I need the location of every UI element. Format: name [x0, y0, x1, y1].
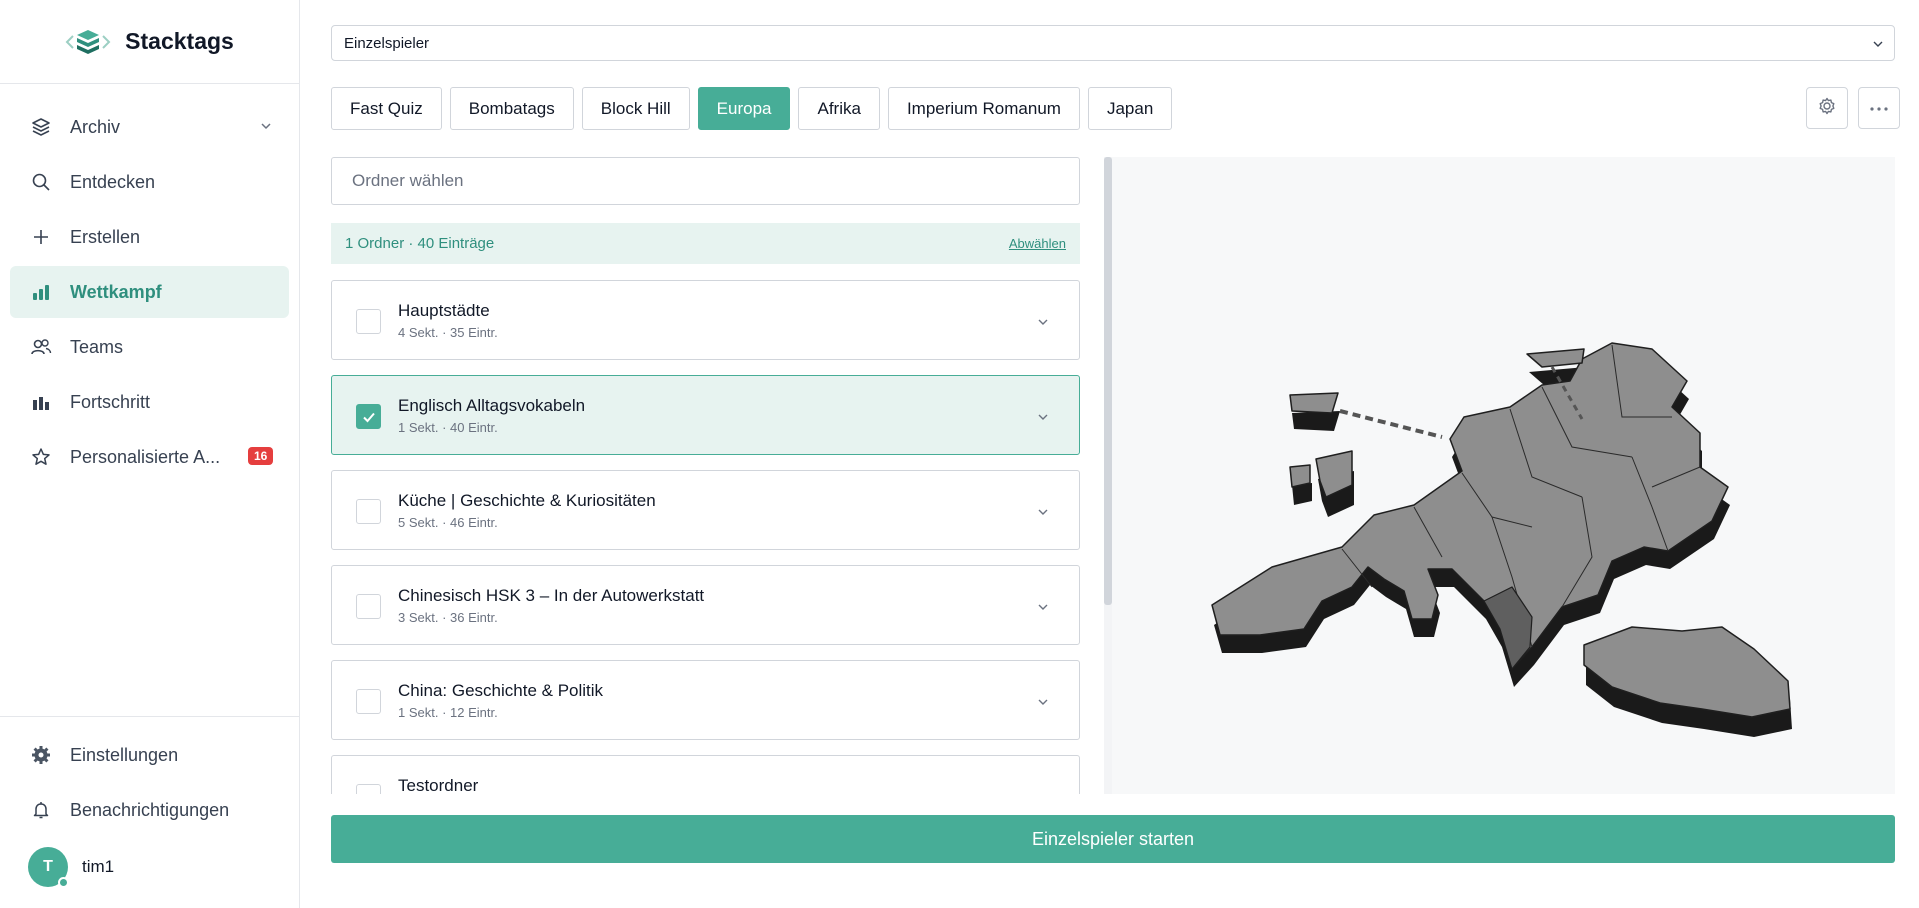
sidebar-item-label: Fortschritt — [70, 391, 151, 412]
bar-chart-icon — [30, 281, 52, 303]
folder-meta: 1 Sekt. · 12 Eintr. — [398, 705, 498, 720]
tab-fast-quiz[interactable]: Fast Quiz — [331, 87, 442, 130]
avatar-initial: T — [43, 858, 53, 875]
folder-list: Hauptstädte 4 Sekt. · 35 Eintr. Englisch… — [331, 280, 1080, 794]
search-icon — [30, 171, 52, 193]
chevron-down-icon[interactable] — [1037, 315, 1049, 333]
europe-map-panel[interactable] — [1112, 157, 1895, 794]
folder-title: Chinesisch HSK 3 – In der Autowerkstatt — [398, 586, 705, 605]
more-horizontal-icon — [1869, 99, 1889, 117]
chevron-down-icon[interactable] — [1037, 505, 1049, 523]
folder-checkbox[interactable] — [356, 404, 381, 429]
user-profile[interactable]: T tim1 — [10, 839, 290, 895]
mode-select-value: Einzelspieler — [344, 34, 430, 52]
chevron-down-icon[interactable] — [1037, 695, 1049, 713]
plus-icon — [30, 226, 52, 248]
users-icon — [30, 336, 52, 358]
island-connector-line — [1339, 409, 1443, 439]
folder-meta: 4 Sekt. · 35 Eintr. — [398, 325, 498, 340]
tab-block-hill[interactable]: Block Hill — [581, 87, 690, 130]
tab-afrika[interactable]: Afrika — [798, 87, 880, 130]
folder-title: Englisch Alltagsvokabeln — [398, 396, 586, 415]
folder-meta: 5 Sekt. · 46 Eintr. — [398, 515, 498, 530]
folder-checkbox[interactable] — [356, 499, 381, 524]
folder-checkbox[interactable] — [356, 594, 381, 619]
sidebar-item-label: Archiv — [70, 116, 121, 137]
folder-card[interactable]: Küche | Geschichte & Kuriositäten 5 Sekt… — [331, 470, 1080, 550]
folder-card[interactable]: Hauptstädte 4 Sekt. · 35 Eintr. — [331, 280, 1080, 360]
tab-japan[interactable]: Japan — [1087, 87, 1173, 130]
tab-imperium-romanum[interactable]: Imperium Romanum — [887, 87, 1080, 130]
folder-checkbox[interactable] — [356, 689, 381, 714]
progress-chart-icon — [30, 391, 52, 413]
star-icon — [30, 446, 52, 468]
app-title: Stacktags — [125, 28, 234, 54]
folder-meta: 3 Sekt. · 36 Eintr. — [398, 610, 498, 625]
sidebar-item-erstellen[interactable]: Erstellen — [10, 211, 289, 263]
folder-checkbox[interactable] — [356, 784, 381, 794]
selection-summary: 1 Ordner · 40 Einträge Abwählen — [331, 223, 1080, 264]
layers-icon — [30, 116, 52, 138]
user-name: tim1 — [82, 857, 115, 876]
sidebar-nav: Archiv Entdecken Erstellen Wettkampf Tea… — [0, 84, 299, 483]
sidebar-item-personalisierte[interactable]: Personalisierte A... 16 — [10, 431, 289, 483]
sidebar-item-label: Personalisierte A... — [70, 446, 221, 467]
chevron-down-icon[interactable] — [1037, 790, 1049, 794]
chevron-down-icon — [1872, 37, 1884, 54]
sidebar-item-archiv[interactable]: Archiv — [10, 101, 289, 153]
folder-title: Testordner — [398, 776, 479, 794]
folder-card[interactable]: Testordner — [331, 755, 1080, 794]
folder-card[interactable]: Chinesisch HSK 3 – In der Autowerkstatt … — [331, 565, 1080, 645]
checkmark-icon — [362, 412, 375, 422]
more-options-button[interactable] — [1858, 87, 1900, 129]
sidebar-item-teams[interactable]: Teams — [10, 321, 289, 373]
chevron-down-icon[interactable] — [1037, 410, 1049, 428]
sidebar-item-label: Einstellungen — [70, 744, 179, 765]
sidebar-item-label: Entdecken — [70, 171, 156, 192]
bell-icon — [30, 799, 52, 821]
folder-title: Küche | Geschichte & Kuriositäten — [398, 491, 656, 510]
folder-checkbox[interactable] — [356, 309, 381, 334]
folder-title: China: Geschichte & Politik — [398, 681, 604, 700]
chevron-down-icon[interactable] — [259, 117, 273, 138]
stack-logo-icon — [65, 29, 111, 54]
sidebar-item-label: Teams — [70, 336, 124, 357]
tab-bombatags[interactable]: Bombatags — [449, 87, 574, 130]
avatar[interactable]: T — [28, 847, 69, 888]
brand[interactable]: Stacktags — [0, 0, 299, 84]
online-status-dot — [58, 877, 69, 888]
tab-europa[interactable]: Europa — [697, 87, 791, 130]
folder-list-scrollbar-thumb[interactable] — [1104, 157, 1112, 605]
settings-button[interactable] — [1806, 87, 1848, 129]
notification-badge: 16 — [248, 447, 274, 465]
sidebar-item-entdecken[interactable]: Entdecken — [10, 156, 289, 208]
folder-select-input[interactable]: Ordner wählen — [331, 157, 1080, 205]
folder-meta: 1 Sekt. · 40 Eintr. — [398, 420, 498, 435]
sidebar-item-benachrichtigungen[interactable]: Benachrichtigungen — [10, 784, 290, 836]
sidebar-item-label: Erstellen — [70, 226, 141, 247]
sidebar-item-wettkampf[interactable]: Wettkampf — [10, 266, 289, 318]
sidebar-bottom: Einstellungen Benachrichtigungen T tim1 — [0, 716, 300, 895]
gear-icon — [1817, 96, 1837, 121]
folder-card[interactable]: Englisch Alltagsvokabeln 1 Sekt. · 40 Ei… — [331, 375, 1080, 455]
start-single-player-button[interactable]: Einzelspieler starten — [331, 815, 1895, 863]
sidebar-item-label: Wettkampf — [70, 281, 162, 302]
sidebar-item-einstellungen[interactable]: Einstellungen — [10, 729, 290, 781]
game-tabs: Fast Quiz Bombatags Block Hill Europa Af… — [331, 87, 1173, 130]
folder-card[interactable]: China: Geschichte & Politik 1 Sekt. · 12… — [331, 660, 1080, 740]
europe-3d-map[interactable] — [1112, 157, 1895, 794]
mode-select[interactable]: Einzelspieler — [331, 25, 1895, 61]
deselect-link[interactable]: Abwählen — [1009, 236, 1066, 251]
sidebar: Stacktags Archiv Entdecken Erstellen Wet… — [0, 0, 300, 908]
sidebar-item-fortschritt[interactable]: Fortschritt — [10, 376, 289, 428]
folder-title: Hauptstädte — [398, 301, 490, 320]
chevron-down-icon[interactable] — [1037, 600, 1049, 618]
sidebar-item-label: Benachrichtigungen — [70, 799, 230, 820]
selection-count: 1 Ordner · 40 Einträge — [345, 235, 495, 252]
gear-icon — [30, 744, 52, 766]
